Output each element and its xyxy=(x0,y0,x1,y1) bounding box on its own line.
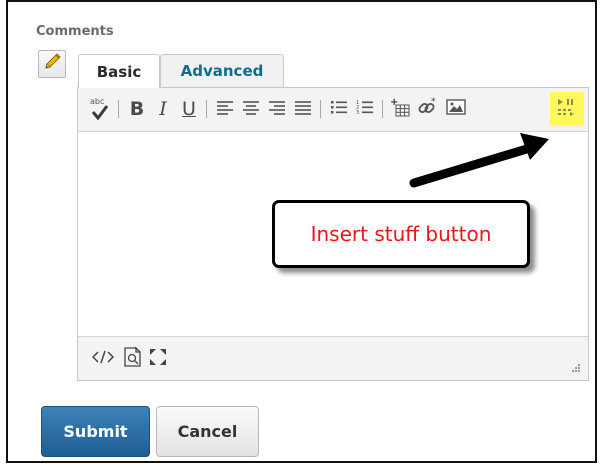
fullscreen-icon xyxy=(148,347,168,371)
align-center-button[interactable] xyxy=(240,96,262,122)
editor-toolbar: abc B I U 1 2 3 + * xyxy=(78,88,588,132)
pencil-icon xyxy=(42,52,62,76)
preview-button[interactable] xyxy=(122,346,144,372)
italic-icon: I xyxy=(159,98,167,120)
resize-grip[interactable] xyxy=(569,359,581,379)
numbered-list-icon: 123 xyxy=(356,99,374,119)
spellcheck-icon: abc xyxy=(89,97,111,121)
edit-pencil-button[interactable] xyxy=(38,50,66,78)
align-justify-button[interactable] xyxy=(292,96,314,122)
tab-basic[interactable]: Basic xyxy=(78,54,160,88)
svg-text:*: * xyxy=(431,97,436,107)
spellcheck-button[interactable]: abc xyxy=(88,96,112,122)
source-code-button[interactable] xyxy=(91,349,115,369)
italic-button[interactable]: I xyxy=(152,96,174,122)
resize-grip-icon xyxy=(569,360,581,379)
align-left-icon xyxy=(216,99,234,119)
source-code-icon xyxy=(91,349,115,369)
svg-text:3: 3 xyxy=(356,110,359,115)
comments-panel: Comments Basic Advanced abc B I U 1 2 3 … xyxy=(6,0,597,463)
comments-label: Comments xyxy=(36,24,114,39)
insert-image-button[interactable] xyxy=(444,96,468,122)
align-center-icon xyxy=(242,99,260,119)
tab-advanced[interactable]: Advanced xyxy=(160,54,284,87)
insert-table-button[interactable]: + xyxy=(388,96,412,122)
insert-stuff-icon xyxy=(555,96,579,122)
bullet-list-icon xyxy=(330,99,348,119)
svg-text:+: + xyxy=(390,97,398,108)
submit-button[interactable]: Submit xyxy=(41,406,150,457)
bullet-list-button[interactable] xyxy=(328,96,350,122)
align-justify-icon xyxy=(294,99,312,119)
bold-button[interactable]: B xyxy=(126,96,148,122)
cancel-button[interactable]: Cancel xyxy=(156,406,259,457)
editor-statusbar xyxy=(78,336,588,380)
bold-icon: B xyxy=(129,98,145,120)
align-right-button[interactable] xyxy=(266,96,288,122)
annotation-callout: Insert stuff button xyxy=(272,200,530,268)
insert-stuff-button[interactable] xyxy=(550,92,584,126)
fullscreen-button[interactable] xyxy=(148,349,168,369)
underline-icon: U xyxy=(182,98,196,120)
insert-table-icon: + xyxy=(389,96,411,122)
preview-icon xyxy=(122,346,144,372)
align-left-button[interactable] xyxy=(214,96,236,122)
insert-image-icon xyxy=(445,97,467,121)
callout-text: Insert stuff button xyxy=(310,222,492,246)
insert-link-button[interactable]: * xyxy=(416,96,440,122)
underline-button[interactable]: U xyxy=(178,96,200,122)
align-right-icon xyxy=(268,99,286,119)
numbered-list-button[interactable]: 123 xyxy=(354,96,376,122)
insert-link-icon: * xyxy=(417,96,439,122)
